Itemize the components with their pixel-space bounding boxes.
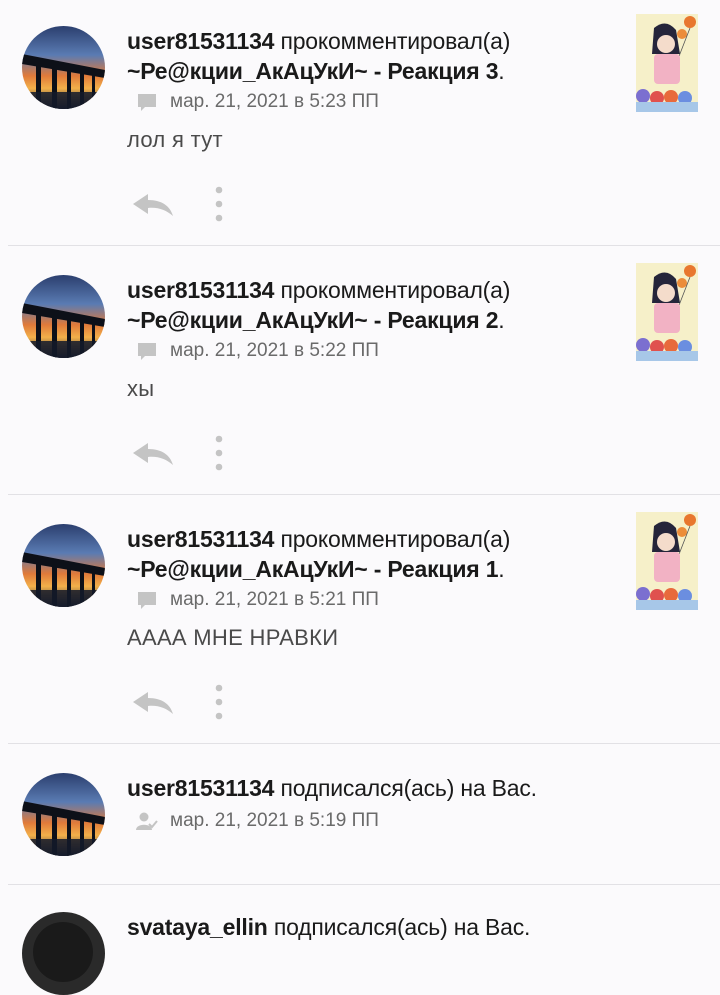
- avatar-bridge-image: [22, 773, 105, 856]
- action-text: подписался(ась) на Вас.: [273, 914, 531, 940]
- notification-feed: user81531134 прокомментировал(а) ~Ре@кци…: [0, 0, 720, 995]
- notification-meta: мар. 21, 2021 в 5:19 ПП: [136, 807, 379, 835]
- story-cover-thumbnail[interactable]: [636, 512, 698, 610]
- comment-actions: [130, 682, 240, 722]
- avatar[interactable]: [22, 912, 105, 995]
- story-cover-image: [636, 263, 698, 361]
- follow-icon: [136, 812, 158, 830]
- story-link[interactable]: ~Ре@кции_АкАцУкИ~ - Реакция 3: [127, 58, 498, 84]
- story-cover-thumbnail[interactable]: [636, 263, 698, 361]
- comment-text: лол я тут: [127, 127, 223, 152]
- notification-title: user81531134 прокомментировал(а) ~Ре@кци…: [127, 275, 607, 335]
- notification-title: user81531134 подписался(ась) на Вас.: [127, 773, 607, 803]
- more-options-icon[interactable]: [212, 433, 226, 473]
- comment-text: хы: [127, 376, 155, 401]
- timestamp: мар. 21, 2021 в 5:21 ПП: [170, 589, 379, 610]
- divider: [8, 884, 720, 885]
- avatar-bridge-image: [22, 26, 105, 109]
- username-link[interactable]: user81531134: [127, 526, 274, 552]
- avatar-bridge-image: [22, 524, 105, 607]
- notification-title: user81531134 прокомментировал(а) ~Ре@кци…: [127, 524, 607, 584]
- avatar[interactable]: [22, 26, 105, 109]
- story-cover-thumbnail[interactable]: [636, 14, 698, 112]
- comment-icon: [138, 94, 156, 111]
- reply-icon[interactable]: [130, 441, 176, 467]
- comment-icon: [138, 592, 156, 609]
- title-suffix: .: [498, 307, 505, 333]
- avatar[interactable]: [22, 524, 105, 607]
- username-link[interactable]: user81531134: [127, 277, 274, 303]
- title-suffix: .: [498, 58, 505, 84]
- action-text: прокомментировал(а): [280, 28, 511, 54]
- comment-icon: [138, 343, 156, 360]
- story-cover-image: [636, 512, 698, 610]
- comment-actions: [130, 433, 240, 473]
- story-link[interactable]: ~Ре@кции_АкАцУкИ~ - Реакция 1: [127, 556, 498, 582]
- avatar[interactable]: [22, 275, 105, 358]
- username-link[interactable]: user81531134: [127, 775, 274, 801]
- action-text: прокомментировал(а): [280, 277, 511, 303]
- avatar-image: [22, 912, 105, 995]
- divider: [8, 245, 720, 246]
- notification-meta: мар. 21, 2021 в 5:23 ПП: [136, 88, 379, 116]
- action-text: подписался(ась) на Вас.: [280, 775, 537, 801]
- notification-meta: мар. 21, 2021 в 5:21 ПП: [136, 586, 379, 614]
- more-options-icon[interactable]: [212, 682, 226, 722]
- timestamp: мар. 21, 2021 в 5:19 ПП: [170, 810, 379, 831]
- username-link[interactable]: user81531134: [127, 28, 274, 54]
- action-text: прокомментировал(а): [280, 526, 511, 552]
- notification-meta: мар. 21, 2021 в 5:22 ПП: [136, 337, 379, 365]
- notification-title: user81531134 прокомментировал(а) ~Ре@кци…: [127, 26, 607, 86]
- story-cover-image: [636, 14, 698, 112]
- title-suffix: .: [498, 556, 505, 582]
- divider: [8, 743, 720, 744]
- avatar-bridge-image: [22, 275, 105, 358]
- timestamp: мар. 21, 2021 в 5:22 ПП: [170, 340, 379, 361]
- comment-text: АААА МНЕ НРАВКИ: [127, 625, 339, 650]
- story-link[interactable]: ~Ре@кции_АкАцУкИ~ - Реакция 2: [127, 307, 498, 333]
- timestamp: мар. 21, 2021 в 5:23 ПП: [170, 91, 379, 112]
- divider: [8, 494, 720, 495]
- more-options-icon[interactable]: [212, 184, 226, 224]
- reply-icon[interactable]: [130, 192, 176, 218]
- comment-actions: [130, 184, 240, 224]
- reply-icon[interactable]: [130, 690, 176, 716]
- avatar[interactable]: [22, 773, 105, 856]
- username-link[interactable]: svataya_ellin: [127, 914, 268, 940]
